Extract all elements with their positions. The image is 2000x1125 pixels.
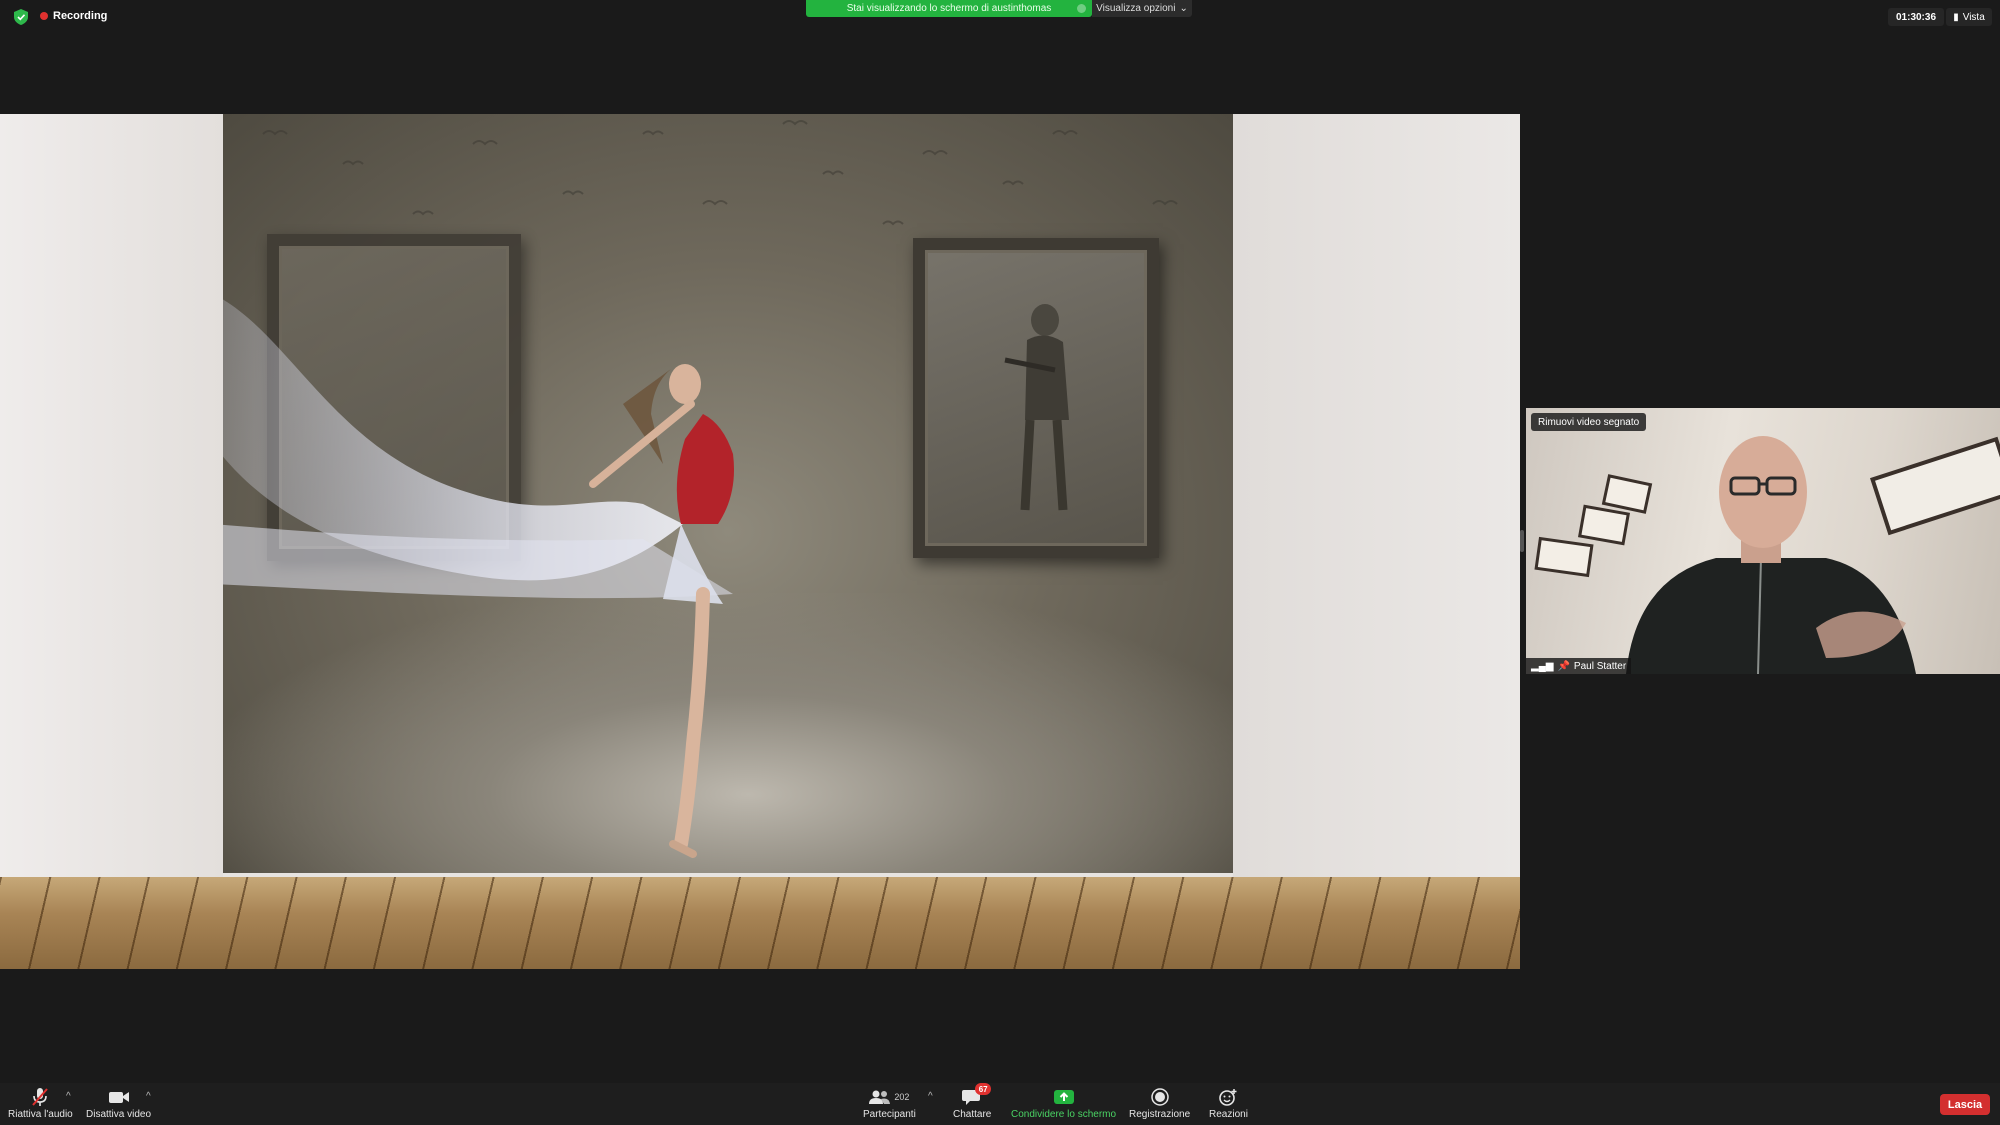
meeting-timer: 01:30:36 xyxy=(1888,8,1944,26)
top-bar: Recording Stai visualizzando lo schermo … xyxy=(0,0,2000,32)
security-shield-icon[interactable] xyxy=(14,9,28,25)
participants-icon-wrap: 202 xyxy=(869,1087,909,1107)
recording-dot-icon xyxy=(40,12,48,20)
video-options-caret-icon[interactable]: ^ xyxy=(146,1091,151,1102)
gallery-wall-left xyxy=(0,114,223,877)
record-label: Registrazione xyxy=(1129,1109,1191,1120)
share-screen-button[interactable]: Condividere lo schermo xyxy=(1011,1087,1116,1120)
emoji-plus-icon xyxy=(1218,1087,1238,1107)
unmute-audio-label: Riattiva l'audio xyxy=(8,1109,73,1120)
shared-photograph xyxy=(223,114,1233,873)
unpin-video-button[interactable]: Rimuovi video segnato xyxy=(1531,413,1647,431)
signal-strength-icon: ▂▄▆ xyxy=(1531,660,1554,672)
participants-label: Partecipanti xyxy=(863,1109,916,1120)
dancer-figure xyxy=(589,364,734,858)
participants-button[interactable]: 202 Partecipanti xyxy=(863,1087,916,1120)
pin-icon: 📌 xyxy=(1557,660,1570,672)
stop-video-label: Disattiva video xyxy=(86,1109,152,1120)
screen-share-banner: Stai visualizzando lo schermo di austint… xyxy=(806,0,1092,17)
gallery-wall-right xyxy=(1233,114,1520,877)
meeting-toolbar: Riattiva l'audio ^ Disattiva video ^ 202… xyxy=(0,1083,2000,1125)
reactions-label: Reazioni xyxy=(1209,1109,1248,1120)
participants-options-caret-icon[interactable]: ^ xyxy=(928,1091,933,1102)
participant-name-tag: ▂▄▆ 📌 Paul Statter xyxy=(1526,658,1632,674)
unmute-audio-button[interactable]: Riattiva l'audio xyxy=(8,1087,73,1120)
view-options-label: Visualizza opzioni xyxy=(1096,3,1176,14)
picture-frame-right xyxy=(913,238,1159,558)
chat-button[interactable]: 67 Chattare xyxy=(953,1083,992,1120)
leave-meeting-button[interactable]: Lascia xyxy=(1940,1094,1990,1115)
share-banner-text: Stai visualizzando lo schermo di austint… xyxy=(846,3,1052,14)
audio-options-caret-icon[interactable]: ^ xyxy=(66,1091,71,1102)
share-screen-icon xyxy=(1053,1087,1075,1107)
recording-indicator[interactable]: Recording xyxy=(40,10,107,22)
view-button-label: Vista xyxy=(1962,11,1985,23)
view-button[interactable]: ▮ Vista xyxy=(1946,8,1992,26)
participants-icon xyxy=(869,1090,891,1104)
record-button[interactable]: Registrazione xyxy=(1129,1087,1190,1120)
share-screen-label: Condividere lo schermo xyxy=(1011,1109,1117,1120)
participant-video-feed xyxy=(1534,436,2000,674)
microphone-muted-icon xyxy=(31,1087,49,1107)
stop-video-button[interactable]: Disattiva video xyxy=(86,1087,151,1120)
pinned-video-tile[interactable]: Rimuovi video segnato ▂▄▆ 📌 Paul Statter xyxy=(1526,408,2000,674)
panel-resize-handle[interactable] xyxy=(1520,530,1524,552)
shared-screen[interactable] xyxy=(0,114,1520,969)
participant-name: Paul Statter xyxy=(1573,660,1627,672)
reactions-button[interactable]: Reazioni xyxy=(1209,1087,1248,1120)
chat-icon-wrap: 67 xyxy=(962,1083,992,1107)
violinist-figure xyxy=(1004,304,1069,511)
view-options-button[interactable]: Visualizza opzioni ⌄ xyxy=(1092,0,1192,17)
recording-label: Recording xyxy=(53,10,108,22)
chevron-down-icon: ⌄ xyxy=(1179,3,1188,14)
record-icon xyxy=(1150,1087,1169,1107)
video-camera-icon xyxy=(108,1087,130,1107)
chat-unread-badge: 67 xyxy=(975,1083,992,1095)
share-status-icon xyxy=(1077,4,1086,13)
participants-count: 202 xyxy=(894,1092,910,1102)
grid-view-icon: ▮ xyxy=(1953,11,1959,23)
chat-label: Chattare xyxy=(953,1109,992,1120)
gallery-wood-floor xyxy=(0,877,1520,969)
